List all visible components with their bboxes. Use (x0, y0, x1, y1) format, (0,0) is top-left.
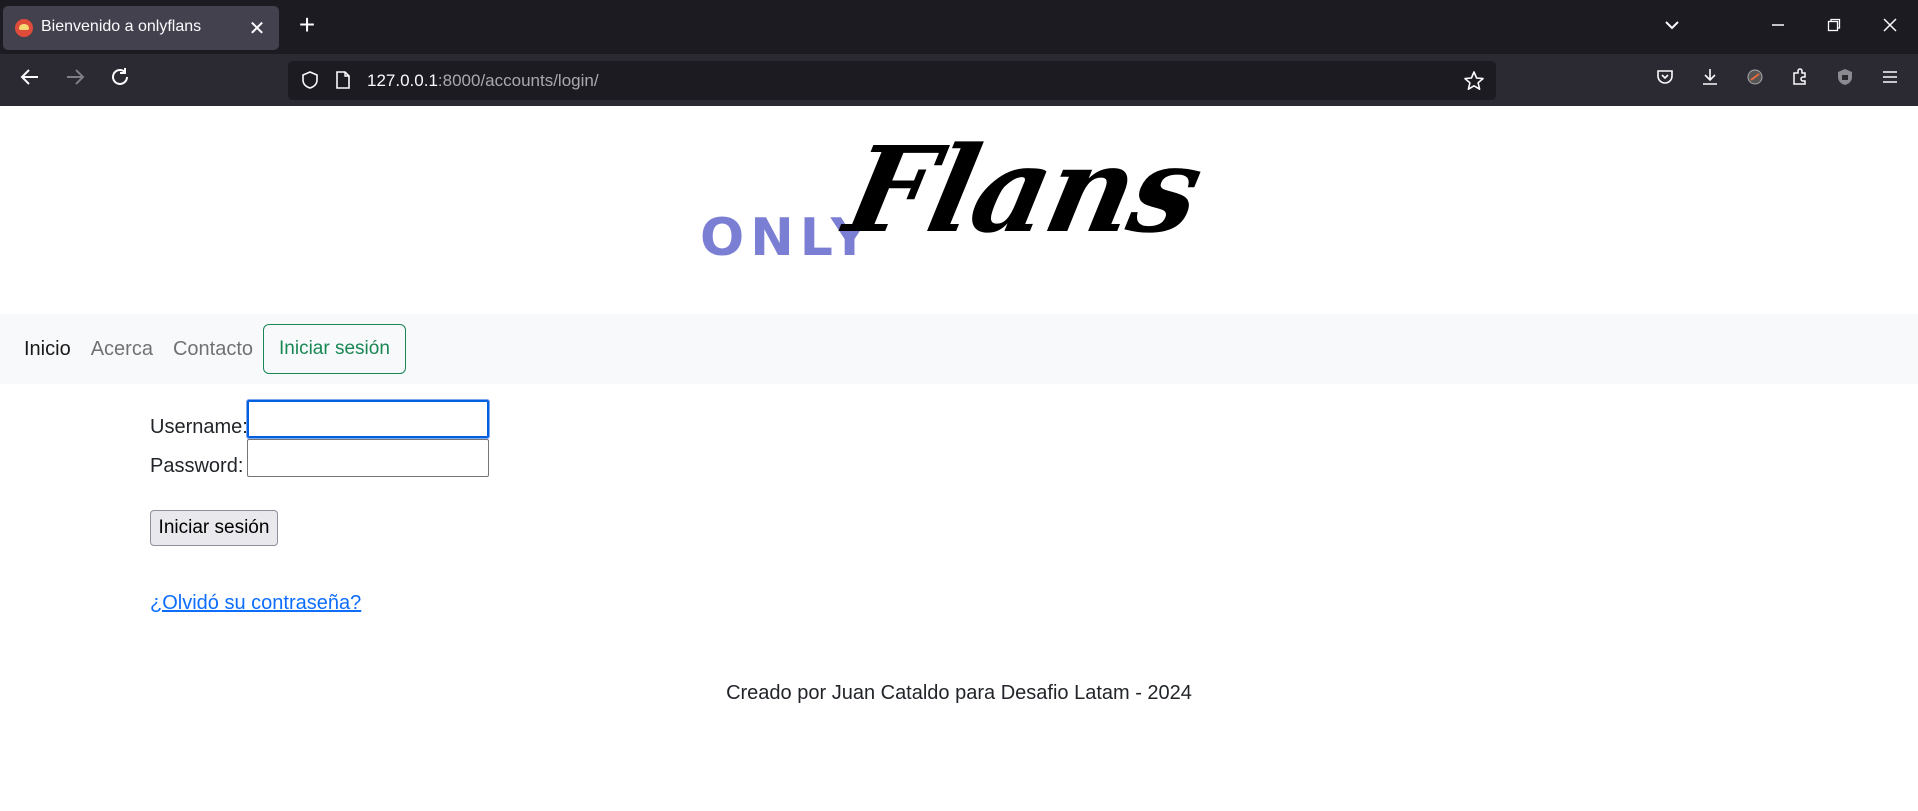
browser-tab-bar: Bienvenido a onlyflans ✕ + (0, 0, 1918, 54)
url-text[interactable]: 127.0.0.1:8000/accounts/login/ (367, 71, 599, 91)
username-input[interactable] (247, 400, 489, 438)
restore-icon[interactable] (1806, 17, 1862, 38)
minimize-icon[interactable] (1750, 17, 1806, 38)
back-arrow-icon[interactable] (15, 66, 45, 96)
download-icon[interactable] (1687, 67, 1732, 93)
forgot-password-link[interactable]: ¿Olvidó su contraseña? (150, 592, 361, 615)
logo-flans-text: Flans (835, 120, 1213, 259)
star-icon[interactable] (1463, 70, 1485, 92)
flan-favicon-icon (15, 19, 33, 37)
login-nav-button[interactable]: Iniciar sesión (263, 324, 406, 374)
toolbar-actions (1642, 54, 1918, 106)
browser-tab[interactable]: Bienvenido a onlyflans ✕ (3, 6, 279, 50)
chevron-down-icon[interactable] (1644, 16, 1700, 39)
page-content: ONLY Flans Inicio Acerca Contacto Inicia… (0, 106, 1918, 811)
password-row: Password: (150, 455, 243, 478)
username-label: Username: (150, 416, 248, 438)
username-row: Username: (150, 416, 248, 439)
new-tab-button[interactable]: + (292, 10, 322, 40)
site-navbar: Inicio Acerca Contacto Iniciar sesión (0, 314, 1918, 384)
reload-icon[interactable] (105, 66, 135, 96)
page-icon[interactable] (332, 70, 354, 92)
browser-toolbar: 127.0.0.1:8000/accounts/login/ (0, 54, 1918, 106)
password-label: Password: (150, 455, 244, 477)
window-controls (1644, 0, 1918, 54)
url-host: 127.0.0.1 (367, 71, 438, 90)
ublock-icon[interactable] (1822, 67, 1867, 93)
site-logo: ONLY Flans (700, 120, 1220, 276)
footer-credits: Creado por Juan Cataldo para Desafio Lat… (726, 682, 1192, 704)
close-tab-icon[interactable]: ✕ (245, 16, 269, 41)
forward-arrow-icon[interactable] (60, 66, 90, 96)
puzzle-icon[interactable] (1777, 67, 1822, 93)
shield-icon[interactable] (299, 70, 321, 92)
login-submit-button[interactable]: Iniciar sesión (150, 510, 278, 546)
nav-item-contacto[interactable]: Contacto (163, 338, 263, 361)
tab-title: Bienvenido a onlyflans (41, 18, 202, 35)
url-bar[interactable]: 127.0.0.1:8000/accounts/login/ (288, 61, 1496, 100)
extension-icon[interactable] (1732, 67, 1777, 93)
nav-item-acerca[interactable]: Acerca (81, 338, 163, 361)
pocket-icon[interactable] (1642, 67, 1687, 93)
hamburger-menu-icon[interactable] (1867, 67, 1912, 93)
password-input[interactable] (247, 439, 489, 477)
url-path: :8000/accounts/login/ (437, 71, 599, 90)
close-icon[interactable] (1862, 17, 1918, 38)
nav-item-inicio[interactable]: Inicio (14, 338, 81, 361)
